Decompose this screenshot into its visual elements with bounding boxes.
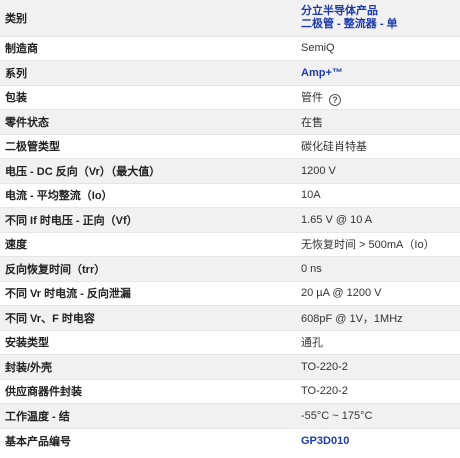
supplier-package-value: TO-220-2 (296, 378, 460, 404)
table-row-reverse-leakage: 不同 Vr 时电流 - 反向泄漏 20 µA @ 1200 V (0, 280, 460, 306)
reverse-voltage-value: 1200 V (296, 158, 460, 183)
table-row-packaging: 包装 管件? (0, 84, 460, 110)
mounting-type-value: 通孔 (296, 329, 460, 355)
package-case-value: TO-220-2 (296, 354, 460, 379)
series-label: 系列 (0, 60, 296, 85)
part-status-value: 在售 (296, 109, 460, 134)
table-row-rectified-current: 电流 - 平均整流（Io） 10A (0, 182, 460, 208)
speed-value: 无恢复时间 > 500mA（Io） (296, 231, 460, 257)
forward-voltage-value: 1.65 V @ 10 A (296, 207, 460, 232)
category-label: 类别 (0, 0, 296, 36)
base-part-number-label: 基本产品编号 (0, 427, 296, 453)
reverse-voltage-label: 电压 - DC 反向（Vr）（最大值） (0, 158, 296, 183)
forward-voltage-label: 不同 If 时电压 - 正向（Vf） (0, 207, 296, 232)
category-link-discrete[interactable]: 分立半导体产品 (301, 5, 460, 18)
manufacturer-label: 制造商 (0, 35, 296, 61)
table-row-recovery-time: 反向恢复时间（trr） 0 ns (0, 256, 460, 281)
capacitance-value: 608pF @ 1V，1MHz (296, 305, 460, 330)
table-row-series: 系列 Amp+™ (0, 60, 460, 85)
mounting-type-label: 安装类型 (0, 329, 296, 355)
diode-type-label: 二极管类型 (0, 133, 296, 159)
operating-temp-value: -55°C ~ 175°C (296, 403, 460, 428)
table-row-base-part-number: 基本产品编号 GP3D010 (0, 427, 460, 453)
package-case-label: 封装/外壳 (0, 354, 296, 379)
category-value[interactable]: 分立半导体产品 二极管 - 整流器 - 单 (296, 0, 460, 36)
category-link-rectifier[interactable]: 二极管 - 整流器 - 单 (301, 18, 460, 31)
operating-temp-label: 工作温度 - 结 (0, 403, 296, 428)
supplier-package-label: 供应商器件封装 (0, 378, 296, 404)
table-row-operating-temp: 工作温度 - 结 -55°C ~ 175°C (0, 403, 460, 428)
table-row-speed: 速度 无恢复时间 > 500mA（Io） (0, 231, 460, 257)
table-row-package-case: 封装/外壳 TO-220-2 (0, 354, 460, 379)
manufacturer-value: SemiQ (296, 35, 460, 61)
packaging-label: 包装 (0, 84, 296, 110)
base-part-number-link[interactable]: GP3D010 (296, 427, 460, 453)
recovery-time-value: 0 ns (296, 256, 460, 281)
table-row-reverse-voltage: 电压 - DC 反向（Vr）（最大值） 1200 V (0, 158, 460, 183)
reverse-leakage-value: 20 µA @ 1200 V (296, 280, 460, 306)
diode-type-value: 碳化硅肖特基 (296, 133, 460, 159)
capacitance-label: 不同 Vr、F 时电容 (0, 305, 296, 330)
question-circle-icon[interactable]: ? (329, 93, 341, 106)
speed-label: 速度 (0, 231, 296, 257)
packaging-value: 管件? (296, 84, 460, 110)
recovery-time-label: 反向恢复时间（trr） (0, 256, 296, 281)
table-row-manufacturer: 制造商 SemiQ (0, 35, 460, 61)
series-link[interactable]: Amp+™ (296, 60, 460, 85)
reverse-leakage-label: 不同 Vr 时电流 - 反向泄漏 (0, 280, 296, 306)
table-row-forward-voltage: 不同 If 时电压 - 正向（Vf） 1.65 V @ 10 A (0, 207, 460, 232)
table-row-part-status: 零件状态 在售 (0, 109, 460, 134)
table-row-category: 类别 分立半导体产品 二极管 - 整流器 - 单 (0, 0, 460, 36)
spec-table: 类别 分立半导体产品 二极管 - 整流器 - 单 制造商 SemiQ 系列 Am… (0, 0, 460, 453)
table-row-capacitance: 不同 Vr、F 时电容 608pF @ 1V，1MHz (0, 305, 460, 330)
table-row-supplier-package: 供应商器件封装 TO-220-2 (0, 378, 460, 404)
packaging-text: 管件 (301, 91, 323, 104)
rectified-current-label: 电流 - 平均整流（Io） (0, 182, 296, 208)
table-row-mounting-type: 安装类型 通孔 (0, 329, 460, 355)
rectified-current-value: 10A (296, 182, 460, 208)
part-status-label: 零件状态 (0, 109, 296, 134)
table-row-diode-type: 二极管类型 碳化硅肖特基 (0, 133, 460, 159)
